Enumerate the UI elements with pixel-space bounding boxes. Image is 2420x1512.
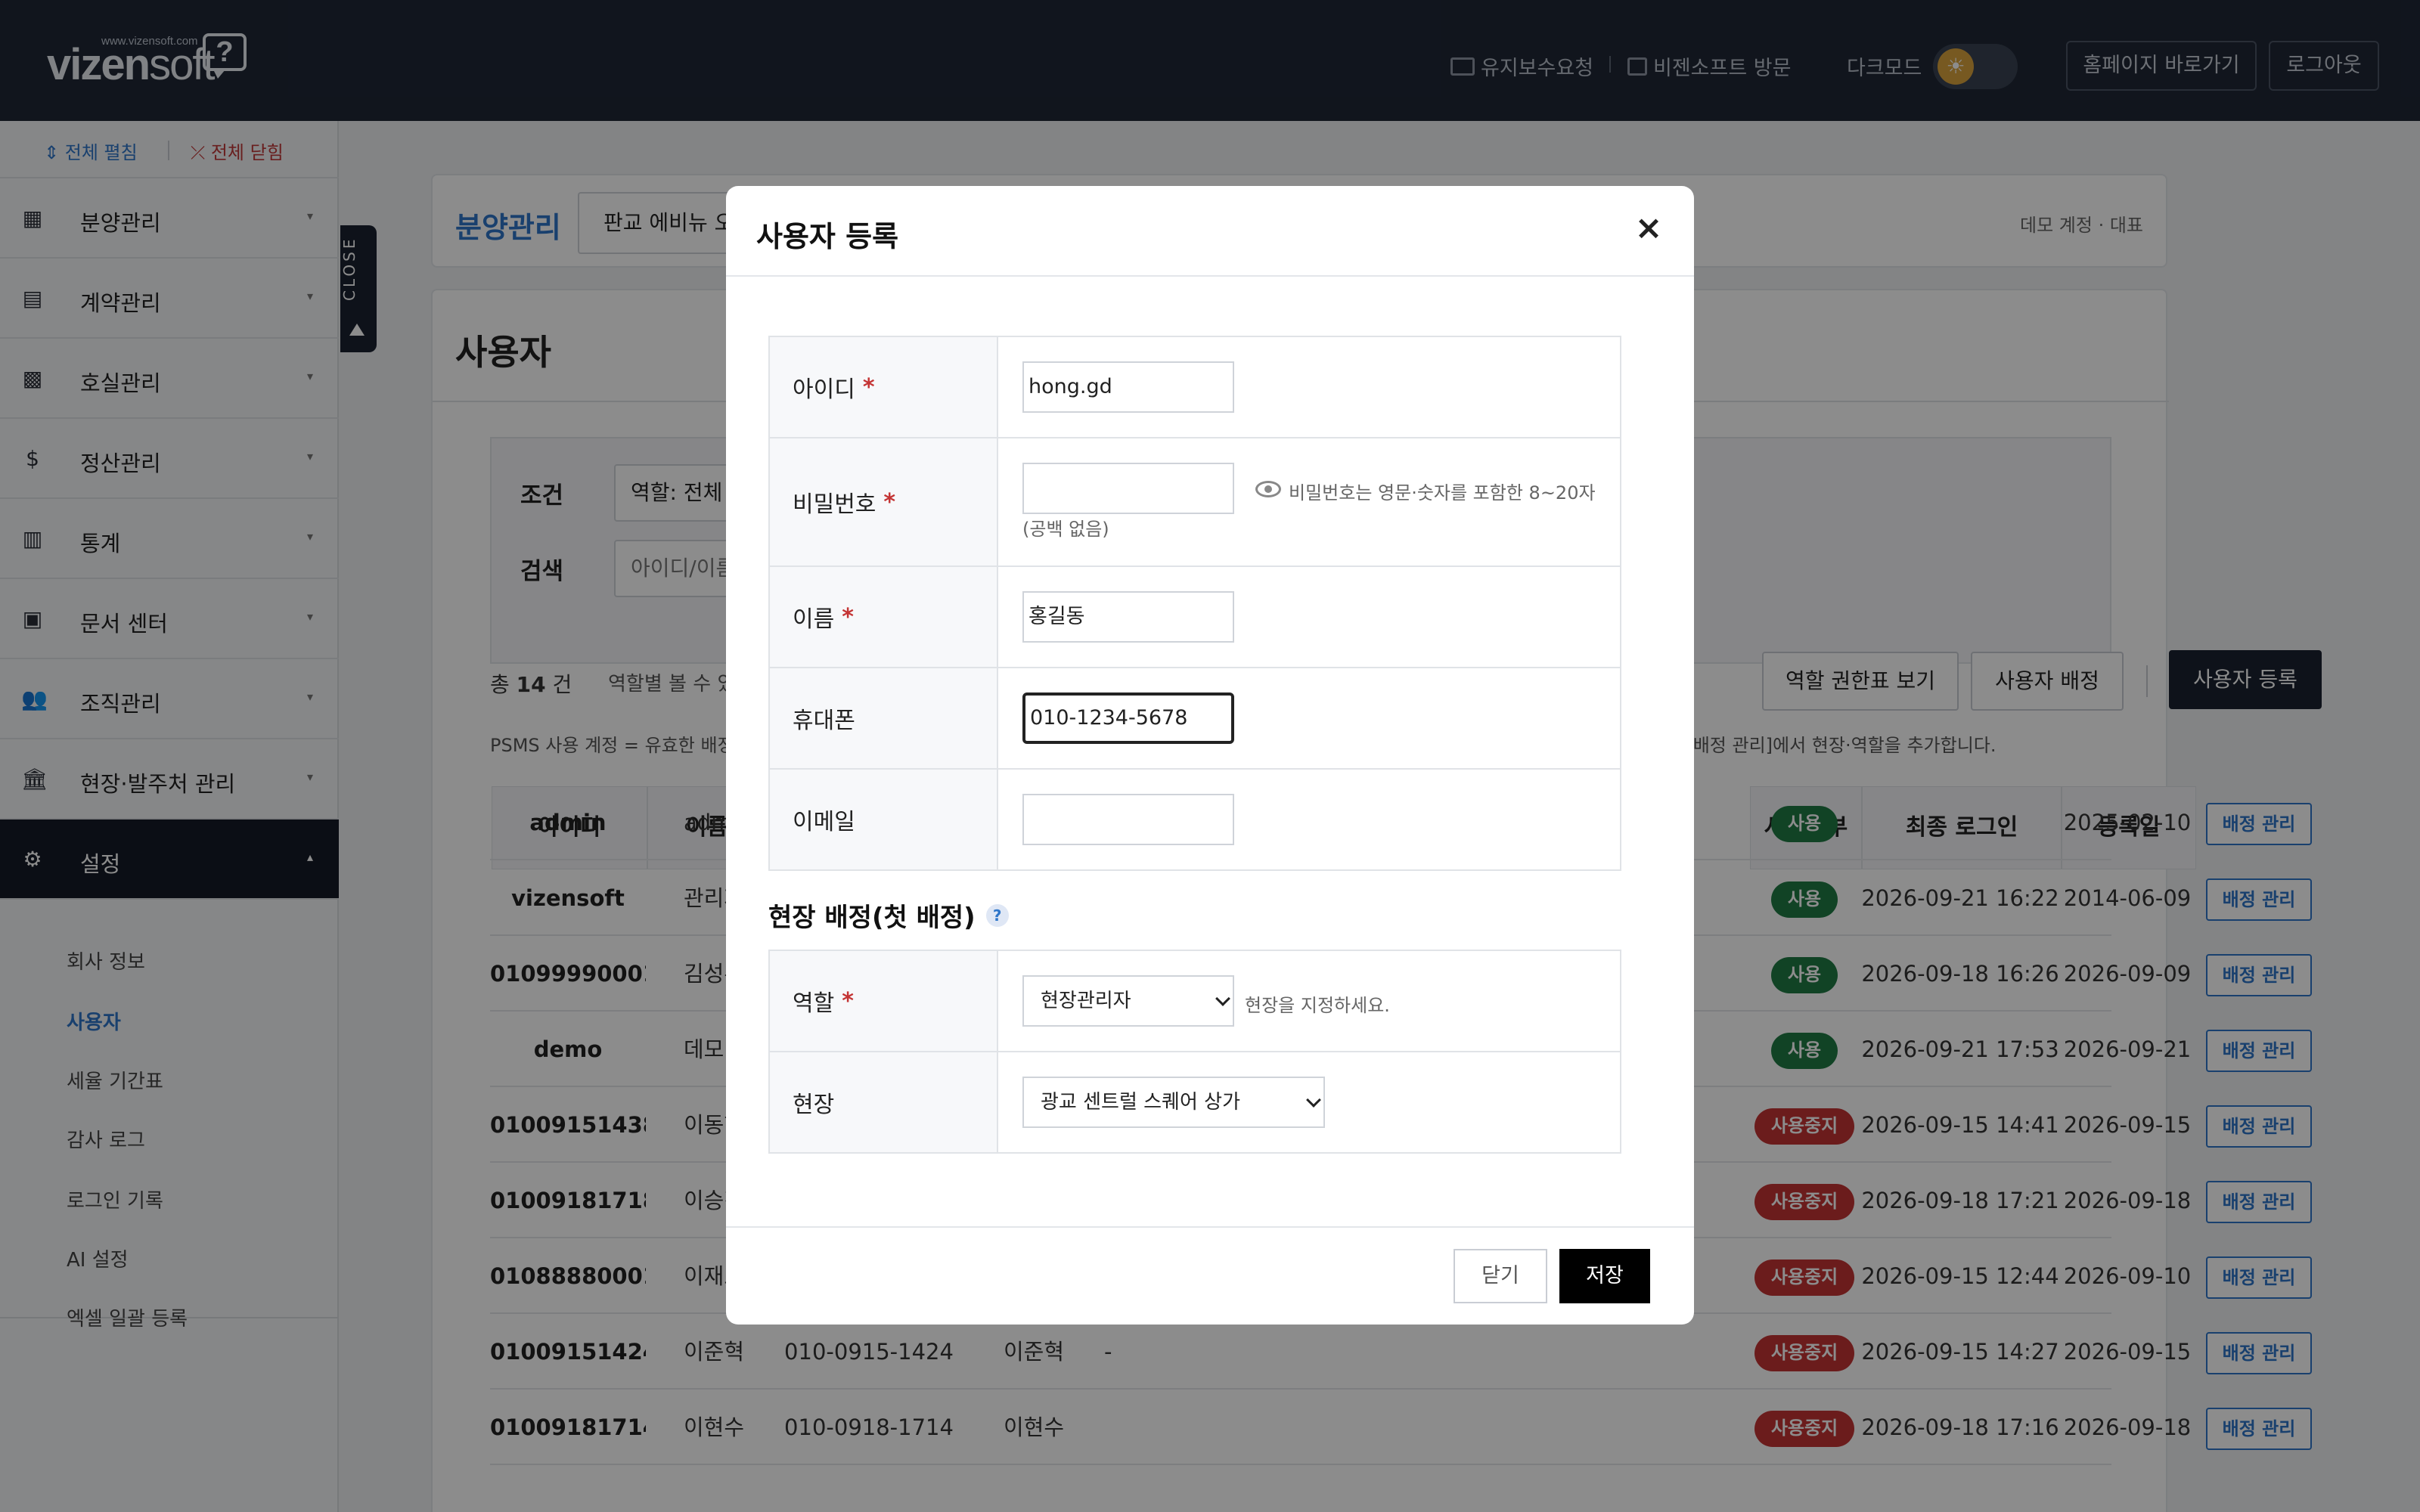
eye-icon[interactable] [1255,481,1281,497]
name-label: 이름 * [770,567,998,667]
site-assignment-title: 현장 배정(첫 배정) ? [768,897,1009,934]
password-hint: 비밀번호는 영문·숫자를 포함한 8~20자 [1289,482,1596,503]
phone-field[interactable]: 010-1234-5678 [1022,692,1234,744]
password-hint-nospace: (공백 없음) [1022,519,1109,540]
save-button[interactable]: 저장 [1559,1249,1650,1303]
email-field[interactable] [1022,794,1234,845]
password-label: 비밀번호 * [770,438,998,565]
name-field[interactable]: 홍길동 [1022,591,1234,643]
form-row-email: 이메일 [770,770,1620,869]
form-row-password: 비밀번호 * 비밀번호는 영문·숫자를 포함한 8~20자 (공백 없음) [770,438,1620,567]
role-label: 역할 * [770,951,998,1051]
site-select-field[interactable]: 광교 센트럴 스퀘어 상가 [1022,1077,1325,1128]
close-button[interactable]: 닫기 [1454,1249,1547,1303]
id-field[interactable]: hong.gd [1022,361,1234,413]
form-row-phone: 휴대폰 010-1234-5678 [770,668,1620,770]
form-row-role: 역할 * 현장관리자 현장을 지정하세요. [770,951,1620,1052]
password-field[interactable] [1022,463,1234,514]
close-icon[interactable]: × [1630,209,1667,248]
role-select[interactable]: 현장관리자 [1022,975,1234,1027]
chevron-down-icon [1215,991,1230,1006]
id-label: 아이디 * [770,337,998,437]
site-assignment-form: 역할 * 현장관리자 현장을 지정하세요. 현장 광교 센트럴 스퀘어 상가 [768,950,1621,1154]
modal-header: 사용자 등록 × [726,186,1694,277]
user-info-form: 아이디 * hong.gd 비밀번호 * 비밀번호는 영문·숫자를 포함한 8~20… [768,336,1621,871]
site-label: 현장 [770,1052,998,1152]
modal-title: 사용자 등록 [756,220,899,253]
email-label: 이메일 [770,770,998,869]
register-user-modal: 사용자 등록 × 아이디 * hong.gd 비밀번호 * 비밀번호는 영문·숫자를… [726,186,1694,1325]
form-row-site: 현장 광교 센트럴 스퀘어 상가 [770,1052,1620,1152]
help-icon[interactable]: ? [985,903,1009,927]
form-row-id: 아이디 * hong.gd [770,337,1620,438]
chevron-down-icon [1306,1092,1321,1108]
form-row-name: 이름 * 홍길동 [770,567,1620,668]
phone-label: 휴대폰 [770,668,998,768]
modal-footer: 닫기 저장 [726,1226,1694,1325]
role-hint: 현장을 지정하세요. [1245,995,1390,1016]
